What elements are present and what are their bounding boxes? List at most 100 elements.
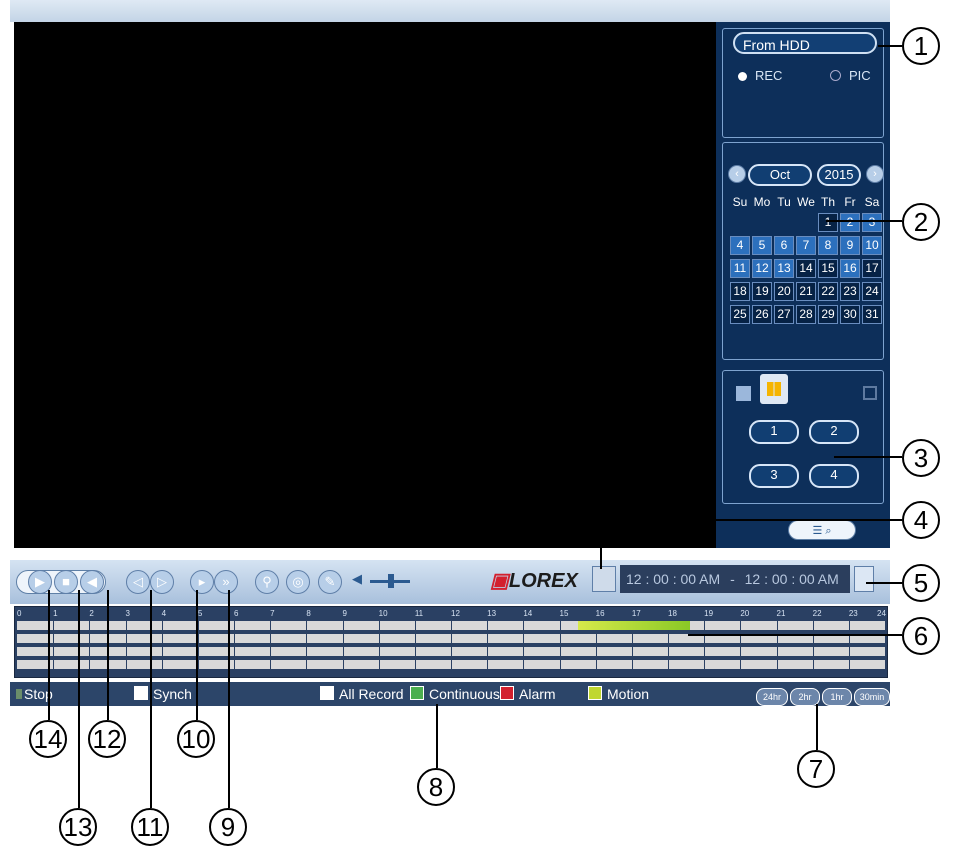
- calendar-day-1[interactable]: 1: [818, 213, 838, 232]
- callout-line-6: [688, 634, 902, 636]
- calendar-day-25[interactable]: 25: [730, 305, 750, 324]
- weekday-label: Sa: [864, 195, 880, 209]
- file-list-search-buttons[interactable]: ☰ ⌕: [788, 520, 856, 540]
- timeline-hour-label: 18: [668, 609, 677, 618]
- calendar-day-19[interactable]: 19: [752, 282, 772, 301]
- calendar-day-9[interactable]: 9: [840, 236, 860, 255]
- calendar-day-2[interactable]: 2: [840, 213, 860, 232]
- rec-radio-dot: [738, 72, 747, 81]
- quad-view-button[interactable]: [760, 374, 788, 404]
- volume-handle[interactable]: [388, 574, 394, 588]
- timeline-channel-row[interactable]: [17, 660, 885, 670]
- calendar-day-11[interactable]: 11: [730, 259, 750, 278]
- single-view-icon[interactable]: [736, 386, 751, 401]
- calendar-day-17[interactable]: 17: [862, 259, 882, 278]
- callout-2: 2: [902, 203, 940, 241]
- callout-line-2: [826, 220, 902, 222]
- alarm-checkbox[interactable]: Alarm: [500, 682, 556, 706]
- calendar-day-6[interactable]: 6: [774, 236, 794, 255]
- backup-icon[interactable]: [592, 566, 616, 592]
- callout-9: 9: [209, 808, 247, 846]
- calendar-day-7[interactable]: 7: [796, 236, 816, 255]
- quad-view-icon: [767, 382, 781, 396]
- calendar-day-14[interactable]: 14: [796, 259, 816, 278]
- calendar-day-3[interactable]: 3: [862, 213, 882, 232]
- calendar-day-31[interactable]: 31: [862, 305, 882, 324]
- smart-search-icon[interactable]: ⚲: [255, 570, 279, 594]
- calendar-day-27[interactable]: 27: [774, 305, 794, 324]
- callout-12: 12: [88, 720, 126, 758]
- recording-segment[interactable]: [577, 621, 690, 630]
- zoom-24hr-button[interactable]: 24hr: [756, 688, 788, 706]
- timeline-hour-label: 19: [704, 609, 714, 618]
- calendar-day-24[interactable]: 24: [862, 282, 882, 301]
- callout-line-3: [834, 456, 902, 458]
- end-time[interactable]: 12 : 00 : 00 AM: [745, 571, 839, 587]
- channel-3-select[interactable]: 3: [749, 464, 799, 488]
- calendar-day-28[interactable]: 28: [796, 305, 816, 324]
- callout-line-10: [196, 590, 198, 720]
- video-display[interactable]: [14, 22, 716, 548]
- timeline-hour-label: 16: [595, 609, 605, 618]
- calendar-day-15[interactable]: 15: [818, 259, 838, 278]
- continuous-checkbox[interactable]: Continuous: [410, 682, 500, 706]
- calendar-day-20[interactable]: 20: [774, 282, 794, 301]
- all-record-checkbox[interactable]: All Record: [320, 682, 404, 706]
- snapshot-icon[interactable]: ◎: [286, 570, 310, 594]
- search-time-button[interactable]: [854, 566, 874, 592]
- weekday-label: Fr: [844, 195, 856, 209]
- timeline-hour-label: 3: [125, 609, 130, 618]
- pin-icon[interactable]: ✎: [318, 570, 342, 594]
- reverse-play-button[interactable]: ◀: [80, 570, 104, 594]
- volume-slider[interactable]: ◀: [352, 571, 412, 588]
- stop-button[interactable]: ■: [54, 570, 78, 594]
- callout-line-8: [436, 704, 438, 768]
- fullscreen-icon[interactable]: [863, 386, 877, 400]
- timeline-channel-row[interactable]: [17, 621, 885, 631]
- next-month-button[interactable]: ›: [866, 165, 884, 183]
- calendar-day-4[interactable]: 4: [730, 236, 750, 255]
- year-select[interactable]: 2015: [817, 164, 861, 186]
- timeline-channel-row[interactable]: [17, 647, 885, 657]
- calendar-day-12[interactable]: 12: [752, 259, 772, 278]
- previous-frame-button[interactable]: ◁: [126, 570, 150, 594]
- pic-radio[interactable]: PIC: [830, 68, 871, 83]
- calendar-day-16[interactable]: 16: [840, 259, 860, 278]
- calendar-day-5[interactable]: 5: [752, 236, 772, 255]
- callout-line-12: [107, 590, 109, 720]
- timeline-bar[interactable]: 0 1 2 3 4 5 6 7 8 9 10 11 12 13 14 15 16 17 18 19 20 21 22 23 24: [14, 606, 888, 678]
- calendar-day-23[interactable]: 23: [840, 282, 860, 301]
- calendar-day-21[interactable]: 21: [796, 282, 816, 301]
- calendar-day-29[interactable]: 29: [818, 305, 838, 324]
- next-frame-button[interactable]: ▷: [150, 570, 174, 594]
- rec-radio[interactable]: REC: [738, 68, 782, 83]
- channel-4-select[interactable]: 4: [809, 464, 859, 488]
- channel-1-select[interactable]: 1: [749, 420, 799, 444]
- channel-2-select[interactable]: 2: [809, 420, 859, 444]
- calendar-day-26[interactable]: 26: [752, 305, 772, 324]
- calendar-day-30[interactable]: 30: [840, 305, 860, 324]
- prev-month-button[interactable]: ‹: [728, 165, 746, 183]
- callout-11: 11: [131, 808, 169, 846]
- calendar-day-18[interactable]: 18: [730, 282, 750, 301]
- synch-checkbox[interactable]: Synch: [134, 682, 192, 706]
- timeline-hour-label: 12: [451, 609, 460, 618]
- slow-play-button[interactable]: ▸: [190, 570, 214, 594]
- zoom-30min-button[interactable]: 30min: [854, 688, 890, 706]
- source-select[interactable]: From HDD: [733, 32, 877, 54]
- calendar-grid: Su Mo Tu We Th Fr Sa 1 2 3 4 5 6 7 8 9 10 11 12 13 14 15 16 17 1…: [729, 195, 883, 324]
- calendar-day-8[interactable]: 8: [818, 236, 838, 255]
- fast-forward-button[interactable]: »: [214, 570, 238, 594]
- month-select[interactable]: Oct: [748, 164, 812, 186]
- calendar-day-22[interactable]: 22: [818, 282, 838, 301]
- motion-checkbox[interactable]: Motion: [588, 682, 649, 706]
- weekday-label: Mo: [753, 195, 771, 209]
- pic-label: PIC: [849, 68, 871, 83]
- start-time[interactable]: 12 : 00 : 00 AM: [626, 571, 720, 587]
- calendar-day-10[interactable]: 10: [862, 236, 882, 255]
- search-time-range[interactable]: 12 : 00 : 00 AM - 12 : 00 : 00 AM: [620, 565, 850, 593]
- zoom-1hr-button[interactable]: 1hr: [822, 688, 852, 706]
- speaker-icon: ◀: [352, 571, 362, 586]
- calendar-day-13[interactable]: 13: [774, 259, 794, 278]
- rec-label: REC: [755, 68, 783, 83]
